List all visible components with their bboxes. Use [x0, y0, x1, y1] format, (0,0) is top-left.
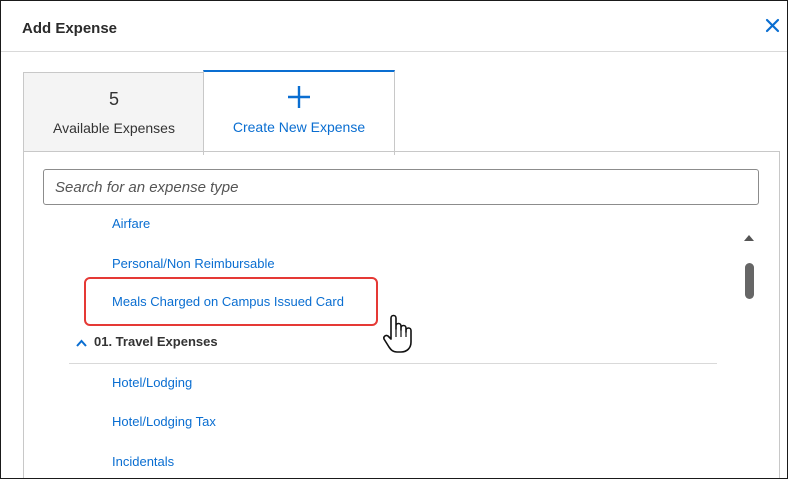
- scrollbar-thumb[interactable]: [745, 263, 754, 299]
- expense-type-personal-non-reimbursable[interactable]: Personal/Non Reimbursable: [112, 256, 275, 271]
- highlight-box: [84, 277, 378, 326]
- tab-create-new-expense-label: Create New Expense: [232, 119, 366, 135]
- dialog-header: Add Expense: [1, 1, 787, 52]
- scroll-up-arrow-icon[interactable]: [742, 229, 756, 241]
- tab-create-new-expense[interactable]: Create New Expense: [203, 70, 395, 155]
- tab-available-expenses[interactable]: 5 Available Expenses: [23, 72, 205, 152]
- available-expenses-count: 5: [108, 89, 119, 109]
- expense-type-hotel-lodging[interactable]: Hotel/Lodging: [112, 375, 192, 390]
- plus-icon: [287, 85, 311, 109]
- add-expense-dialog: Add Expense 5 Available Expenses Create …: [0, 0, 788, 479]
- group-divider: [69, 363, 717, 364]
- tab-available-expenses-label: Available Expenses: [53, 120, 175, 136]
- search-expense-type-input[interactable]: [43, 169, 759, 205]
- group-travel-expenses-label: 01. Travel Expenses: [94, 334, 218, 349]
- hand-cursor-icon: [382, 311, 418, 357]
- expense-type-incidentals[interactable]: Incidentals: [112, 454, 174, 469]
- chevron-up-icon: [75, 336, 88, 348]
- close-icon[interactable]: [762, 15, 784, 37]
- expense-type-hotel-lodging-tax[interactable]: Hotel/Lodging Tax: [112, 414, 216, 429]
- expense-type-airfare[interactable]: Airfare: [112, 216, 150, 231]
- dialog-title: Add Expense: [22, 20, 118, 37]
